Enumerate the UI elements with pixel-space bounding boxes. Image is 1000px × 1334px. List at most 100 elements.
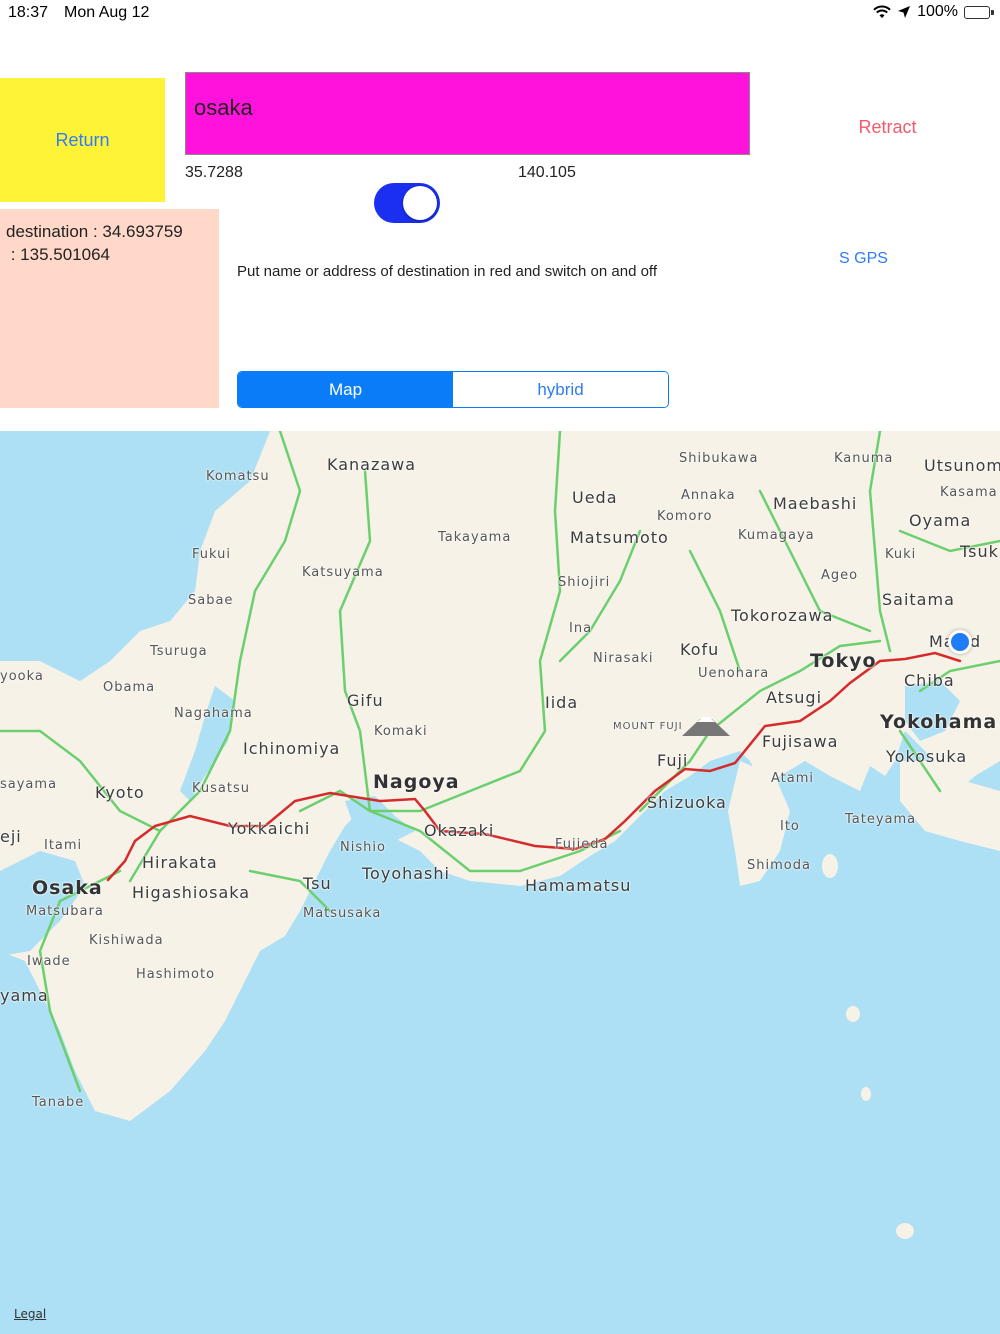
map-label: Fuji xyxy=(657,751,689,770)
map-label: Higashiosaka xyxy=(132,883,251,902)
map-label: Iwade xyxy=(27,954,71,969)
boso-peninsula xyxy=(900,761,1000,851)
map-label: MOUNT FUJI xyxy=(613,721,683,732)
map-label: Okazaki xyxy=(424,821,495,840)
map-label: Tateyama xyxy=(845,812,917,827)
map-label: yooka xyxy=(0,669,44,684)
map-label: Shibukawa xyxy=(679,451,759,466)
status-indicators: 100% xyxy=(873,3,994,21)
segment-hybrid[interactable]: hybrid xyxy=(453,372,668,407)
map-label: Kishiwada xyxy=(89,933,164,948)
segment-map[interactable]: Map xyxy=(238,372,453,407)
map-label: Gifu xyxy=(347,691,384,710)
map-label: Kasama xyxy=(940,485,998,500)
map-label: Shimoda xyxy=(747,858,811,873)
destination-text: destination : 34.693759 : 135.501064 xyxy=(6,222,183,264)
map-label: Komoro xyxy=(657,509,713,524)
map-label: Nirasaki xyxy=(593,651,654,666)
location-arrow-icon xyxy=(898,6,911,18)
status-date: Mon Aug 12 xyxy=(64,4,150,21)
map-label: Shiojiri xyxy=(558,575,611,590)
map-label: Iida xyxy=(545,693,579,712)
map-label: Utsunom xyxy=(924,456,1000,475)
map-label: Fujisawa xyxy=(762,732,839,751)
map-label: Nishio xyxy=(340,840,386,855)
island xyxy=(861,1087,871,1101)
map-label: Takayama xyxy=(438,530,512,545)
map-label: Kuki xyxy=(885,547,917,562)
map-label: Chiba xyxy=(904,671,955,690)
map-label: Yokohama xyxy=(880,711,998,733)
map-label: Maebashi xyxy=(773,494,858,513)
map-view[interactable]: Kanazawa Komatsu Fukui Sabae Tsuruga Oba… xyxy=(0,431,1000,1334)
user-location-marker[interactable] xyxy=(948,630,972,654)
map-label: Tanabe xyxy=(32,1095,85,1110)
map-label: Katsuyama xyxy=(302,565,384,580)
destination-search-input[interactable] xyxy=(185,72,750,155)
map-label: Kusatsu xyxy=(192,781,250,796)
retract-button[interactable]: Retract xyxy=(820,112,955,142)
map-label: Yokosuka xyxy=(886,747,968,766)
legal-link[interactable]: Legal xyxy=(14,1307,46,1321)
map-label: Kofu xyxy=(680,640,720,659)
wifi-icon xyxy=(873,5,891,18)
map-label: Itami xyxy=(44,838,83,853)
map-label: Matsumoto xyxy=(570,528,669,547)
map-label: sayama xyxy=(0,777,58,792)
map-label: Osaka xyxy=(32,877,103,899)
map-label: Ueda xyxy=(572,488,618,507)
map-label: Kanuma xyxy=(834,451,894,466)
map-label: Tsuruga xyxy=(150,644,208,659)
map-label: Ina xyxy=(569,621,593,636)
s-gps-button[interactable]: S GPS xyxy=(826,246,901,272)
map-label: Ito xyxy=(780,819,800,834)
map-label: Nagoya xyxy=(373,771,460,793)
map-label: Uenohara xyxy=(698,666,770,681)
toggle-knob xyxy=(403,186,437,220)
map-label: Annaka xyxy=(681,488,736,503)
map-label: Fukui xyxy=(192,547,231,562)
island xyxy=(896,1223,914,1239)
destination-info: destination : 34.693759 : 135.501064 xyxy=(0,209,219,408)
map-label: eji xyxy=(0,827,22,846)
longitude-label: 140.105 xyxy=(518,164,576,181)
latitude-label: 35.7288 xyxy=(185,164,243,181)
map-label: Tsuk xyxy=(960,542,999,561)
return-button[interactable]: Return xyxy=(0,78,165,202)
map-label: Ichinomiya xyxy=(243,739,341,758)
map-label: Matsubara xyxy=(26,904,104,919)
map-label: Tsu xyxy=(303,874,332,893)
map-label: Sabae xyxy=(188,593,234,608)
map-label: Shizuoka xyxy=(647,793,727,812)
map-label: Hirakata xyxy=(142,853,218,872)
instruction-text: Put name or address of destination in re… xyxy=(237,263,657,280)
map-type-segmented-control: Map hybrid xyxy=(237,371,669,408)
map-label: Oyama xyxy=(909,511,972,530)
map-label: Komatsu xyxy=(206,469,270,484)
map-label: Tokorozawa xyxy=(731,606,834,625)
map-label: Atsugi xyxy=(766,688,823,707)
map-label: Nagahama xyxy=(174,706,253,721)
map-label: Kyoto xyxy=(95,783,145,802)
map-label: Ageo xyxy=(821,568,859,583)
map-label: Hamamatsu xyxy=(525,876,632,895)
map-label: Fujieda xyxy=(555,837,609,852)
map-label: Kanazawa xyxy=(327,455,417,474)
status-time: 18:37 xyxy=(8,4,49,21)
map-label: Kumagaya xyxy=(738,528,815,543)
battery-percent: 100% xyxy=(917,3,958,20)
map-label: Hashimoto xyxy=(136,967,216,982)
island xyxy=(846,1006,860,1022)
map-label: Atami xyxy=(771,771,815,786)
map-label: Tokyo xyxy=(810,650,877,672)
map-label: Yokkaichi xyxy=(228,819,311,838)
map-label: Matsusaka xyxy=(303,906,382,921)
map-label: yama xyxy=(0,986,49,1005)
battery-charging-icon xyxy=(964,5,994,19)
map-label: Komaki xyxy=(374,724,428,739)
map-label: Toyohashi xyxy=(362,864,450,883)
map-label: Obama xyxy=(103,680,156,695)
navigation-toggle-switch[interactable] xyxy=(374,183,440,223)
map-label: Saitama xyxy=(882,590,955,609)
island xyxy=(822,854,838,878)
